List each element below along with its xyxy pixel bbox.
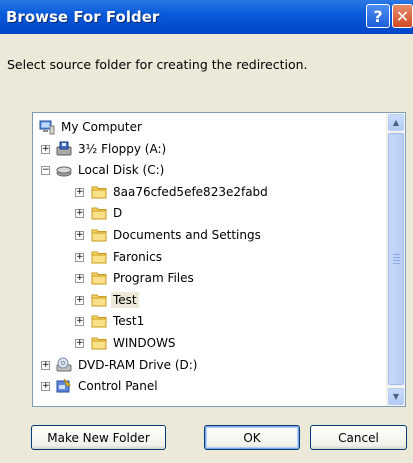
tree-item-label: My Computer <box>61 120 142 134</box>
tree-item[interactable]: +8aa76cfed5efe823e2fabd <box>33 182 387 204</box>
expand-toggle[interactable]: + <box>75 252 84 262</box>
expand-toggle[interactable]: + <box>75 187 84 197</box>
tree-item[interactable]: + DVD-RAM Drive (D:) <box>33 355 387 377</box>
tree-item-label: Test1 <box>113 314 145 329</box>
tree-item-label: 3½ Floppy (A:) <box>78 141 167 156</box>
ok-button[interactable]: OK <box>204 425 300 450</box>
folder-icon <box>91 292 107 308</box>
tree-item-label: DVD-RAM Drive (D:) <box>78 357 198 372</box>
tree-item-label: Local Disk (C:) <box>78 163 165 178</box>
expand-toggle[interactable]: + <box>41 360 50 370</box>
folder-tree-rows: My Computer +3½ Floppy (A:) − Local Disk (C… <box>33 117 387 398</box>
close-button[interactable]: ✕ <box>392 4 413 28</box>
tree-item[interactable]: + Test <box>33 290 387 312</box>
tree-item[interactable]: + Test1 <box>33 311 387 333</box>
tree-item[interactable]: + Program Files <box>33 268 387 290</box>
instruction-text: Select source folder for creating the re… <box>7 57 308 72</box>
vertical-scrollbar[interactable]: ▲ ▼ <box>386 113 405 406</box>
close-icon: ✕ <box>395 6 410 26</box>
tree-item-label: Documents and Settings <box>113 227 261 242</box>
floppy-drive-icon <box>56 141 72 157</box>
tree-item-label: Control Panel <box>78 379 158 394</box>
expand-toggle[interactable]: + <box>41 144 50 154</box>
tree-item[interactable]: My Computer <box>33 117 387 139</box>
dvd-drive-icon <box>56 357 72 373</box>
cancel-button[interactable]: Cancel <box>310 425 407 450</box>
scroll-down-button[interactable]: ▼ <box>388 388 404 405</box>
tree-item[interactable]: +3½ Floppy (A:) <box>33 139 387 161</box>
folder-icon <box>91 270 107 286</box>
help-button[interactable]: ? <box>366 4 390 28</box>
scroll-thumb[interactable] <box>388 133 404 385</box>
folder-icon <box>91 249 107 265</box>
tree-item-label: 8aa76cfed5efe823e2fabd <box>113 184 268 199</box>
tree-item[interactable]: + Faronics <box>33 247 387 269</box>
tree-item[interactable]: + Documents and Settings <box>33 225 387 247</box>
expand-toggle[interactable]: + <box>75 274 84 284</box>
help-icon: ? <box>373 6 383 26</box>
tree-item-label: Faronics <box>113 249 162 264</box>
folder-icon <box>91 313 107 329</box>
folder-icon <box>91 205 107 221</box>
control-panel-icon <box>56 378 72 394</box>
folder-icon <box>91 227 107 243</box>
tree-item-label: WINDOWS <box>113 335 176 350</box>
grip-line <box>393 260 400 261</box>
computer-icon <box>39 119 55 135</box>
tree-item-label: D <box>113 206 123 221</box>
tree-item[interactable]: + D <box>33 203 387 225</box>
folder-tree[interactable]: My Computer +3½ Floppy (A:) − Local Disk (C… <box>32 112 406 407</box>
expand-toggle[interactable]: + <box>75 338 84 348</box>
grip-line <box>393 254 400 255</box>
folder-icon <box>91 184 107 200</box>
grip-line <box>393 263 400 264</box>
title-bar[interactable]: Browse For Folder ? ✕ <box>0 0 413 34</box>
dialog-title: Browse For Folder <box>6 8 160 26</box>
expand-toggle[interactable]: + <box>41 382 50 392</box>
grip-line <box>393 257 400 258</box>
browse-for-folder-dialog: Browse For Folder ? ✕ Select source fold… <box>0 0 413 463</box>
expand-toggle[interactable]: + <box>75 317 84 327</box>
collapse-toggle[interactable]: − <box>41 166 50 176</box>
tree-item-label: Program Files <box>113 271 194 286</box>
tree-item[interactable]: − Local Disk (C:) <box>33 160 387 182</box>
scroll-up-button[interactable]: ▲ <box>388 114 404 131</box>
tree-item-label: Test <box>111 291 139 308</box>
expand-toggle[interactable]: + <box>75 295 84 305</box>
hard-disk-icon <box>56 162 72 178</box>
folder-icon <box>91 335 107 351</box>
make-new-folder-button[interactable]: Make New Folder <box>31 425 166 450</box>
expand-toggle[interactable]: + <box>75 209 84 219</box>
expand-toggle[interactable]: + <box>75 230 84 240</box>
tree-item[interactable]: + Control Panel <box>33 376 387 398</box>
tree-item[interactable]: + WINDOWS <box>33 333 387 355</box>
